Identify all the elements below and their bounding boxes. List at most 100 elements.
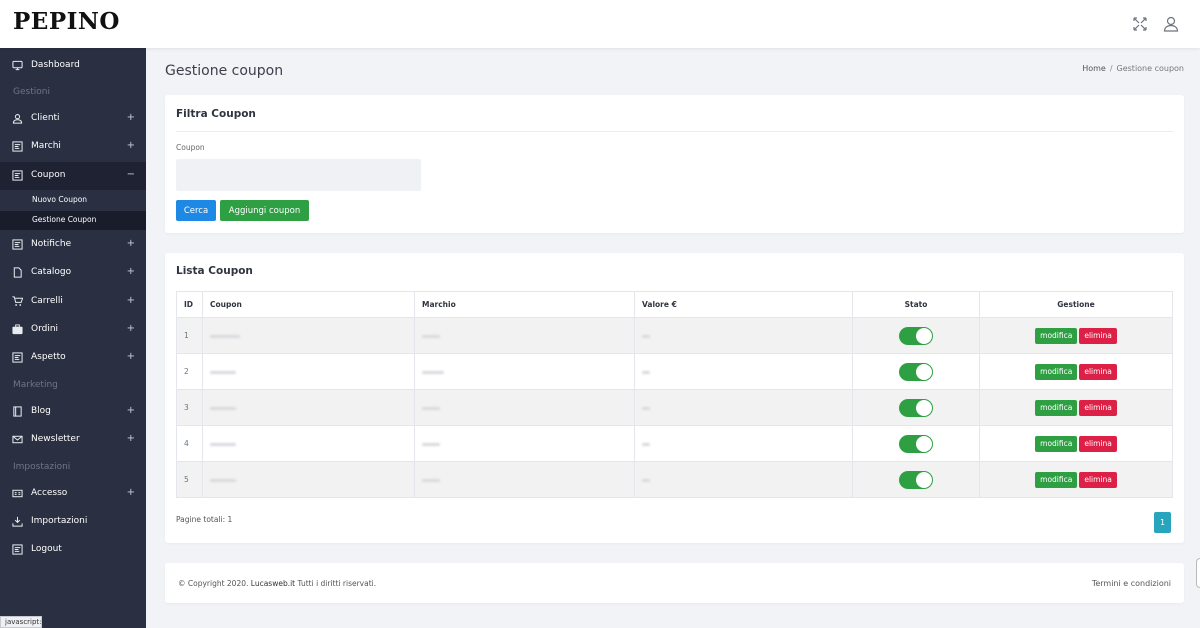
expand-icon[interactable]: + [127, 405, 135, 416]
delete-button[interactable]: elimina [1079, 327, 1117, 344]
cell-valore-redacted [634, 317, 853, 354]
edit-button[interactable]: modifica [1035, 435, 1078, 452]
edit-button[interactable]: modifica [1035, 399, 1078, 416]
sidebar-item-clienti[interactable]: Clienti + [0, 105, 146, 133]
sidebar-item-notifiche[interactable]: Notifiche + [0, 231, 146, 259]
cell-marchio-redacted [414, 389, 635, 426]
coupon-list-card: Lista Coupon ID Coupon Marchio Valore € … [165, 253, 1184, 543]
cell-marchio-redacted [414, 461, 635, 498]
breadcrumb-home[interactable]: Home [1082, 64, 1106, 73]
sidebar-item-label: Aspetto [31, 352, 66, 362]
cell-coupon-redacted [202, 353, 415, 390]
status-toggle[interactable] [899, 326, 933, 345]
logo[interactable]: PEPINO [13, 8, 120, 35]
expand-icon[interactable]: + [127, 295, 135, 306]
sidebar-item-catalogo[interactable]: Catalogo + [0, 259, 146, 287]
copyright-prefix: © Copyright 2020. [178, 579, 249, 588]
sidebar-item-label: Catalogo [31, 267, 72, 277]
status-toggle[interactable] [899, 398, 933, 417]
collapse-icon[interactable]: − [127, 169, 135, 180]
edit-button[interactable]: modifica [1035, 327, 1078, 344]
expand-icon[interactable]: + [127, 433, 135, 444]
pagination-page-1[interactable]: 1 [1154, 512, 1171, 533]
expand-icon[interactable]: + [127, 238, 135, 249]
footer: © Copyright 2020. Lucasweb.it Tutti i di… [165, 563, 1184, 603]
expand-icon[interactable]: + [127, 323, 135, 334]
sidebar-item-logout[interactable]: Logout [0, 536, 146, 564]
sidebar-item-label: Notifiche [31, 239, 72, 249]
sidebar-item-label: Dashboard [31, 60, 80, 70]
cell-id: 2 [176, 353, 203, 390]
expand-icon[interactable]: + [127, 266, 135, 277]
bell-icon [12, 239, 23, 250]
add-coupon-button[interactable]: Aggiungi coupon [220, 200, 309, 221]
delete-button[interactable]: elimina [1079, 471, 1117, 488]
user-icon[interactable] [1161, 14, 1181, 34]
cell-coupon-redacted [202, 389, 415, 426]
column-header-marchio[interactable]: Marchio [414, 291, 635, 318]
delete-button[interactable]: elimina [1079, 399, 1117, 416]
sidebar-item-accesso[interactable]: Accesso + [0, 480, 146, 508]
column-header-gestione: Gestione [979, 291, 1173, 318]
coupon-search-input[interactable] [176, 159, 421, 191]
status-toggle[interactable] [899, 434, 933, 453]
status-toggle[interactable] [899, 362, 933, 381]
sidebar-item-label: Accesso [31, 488, 68, 498]
cell-stato [852, 425, 980, 462]
logout-icon [12, 544, 23, 555]
cell-gestione: modifica elimina [979, 461, 1173, 498]
sidebar-item-label: Ordini [31, 324, 59, 334]
breadcrumb-current: Gestione coupon [1116, 64, 1184, 73]
topbar: PEPINO [0, 0, 1200, 48]
sidebar-item-coupon[interactable]: Coupon − [0, 162, 146, 190]
cell-marchio-redacted [414, 425, 635, 462]
fullscreen-icon[interactable] [1130, 14, 1150, 34]
table-header-row: ID Coupon Marchio Valore € Stato Gestion… [176, 291, 1173, 318]
scroll-handle[interactable] [1196, 558, 1200, 588]
cell-stato [852, 353, 980, 390]
sidebar-item-dashboard[interactable]: Dashboard [0, 52, 146, 80]
column-header-valore[interactable]: Valore € [634, 291, 853, 318]
expand-icon[interactable]: + [127, 112, 135, 123]
sidebar-item-blog[interactable]: Blog + [0, 398, 146, 426]
cell-id: 3 [176, 389, 203, 426]
coupon-icon [12, 170, 23, 181]
cell-gestione: modifica elimina [979, 317, 1173, 354]
file-icon [12, 267, 23, 278]
sidebar-item-marchi[interactable]: Marchi + [0, 133, 146, 161]
cart-icon [12, 296, 23, 307]
edit-button[interactable]: modifica [1035, 471, 1078, 488]
sidebar-item-ordini[interactable]: Ordini + [0, 316, 146, 344]
search-button[interactable]: Cerca [176, 200, 216, 221]
cell-gestione: modifica elimina [979, 425, 1173, 462]
browser-status-bar: javascript: [0, 616, 42, 628]
column-header-id[interactable]: ID [176, 291, 203, 318]
sidebar-section-gestioni: Gestioni [13, 87, 50, 97]
sidebar-item-importazioni[interactable]: Importazioni [0, 508, 146, 536]
expand-icon[interactable]: + [127, 351, 135, 362]
delete-button[interactable]: elimina [1079, 363, 1117, 380]
page-title: Gestione coupon [165, 63, 284, 79]
cell-valore-redacted [634, 461, 853, 498]
cell-gestione: modifica elimina [979, 353, 1173, 390]
edit-button[interactable]: modifica [1035, 363, 1078, 380]
sidebar-item-newsletter[interactable]: Newsletter + [0, 426, 146, 454]
column-header-coupon[interactable]: Coupon [202, 291, 415, 318]
table-row: 4 modifica elimina [176, 425, 1173, 462]
sidebar-item-carrelli[interactable]: Carrelli + [0, 288, 146, 316]
status-toggle[interactable] [899, 470, 933, 489]
delete-button[interactable]: elimina [1079, 435, 1117, 452]
cell-stato [852, 317, 980, 354]
copyright-brand-link[interactable]: Lucasweb.it [251, 579, 295, 588]
sidebar-subitem-gestione-coupon[interactable]: Gestione Coupon [0, 211, 146, 230]
sidebar-item-label: Clienti [31, 113, 60, 123]
terms-link[interactable]: Termini e condizioni [1092, 579, 1171, 588]
breadcrumb-separator: / [1109, 64, 1113, 73]
sidebar-item-label: Newsletter [31, 434, 80, 444]
expand-icon[interactable]: + [127, 487, 135, 498]
sidebar-item-aspetto[interactable]: Aspetto + [0, 344, 146, 372]
expand-icon[interactable]: + [127, 140, 135, 151]
cell-valore-redacted [634, 389, 853, 426]
sidebar-subitem-nuovo-coupon[interactable]: Nuovo Coupon [0, 191, 146, 210]
column-header-stato[interactable]: Stato [852, 291, 980, 318]
